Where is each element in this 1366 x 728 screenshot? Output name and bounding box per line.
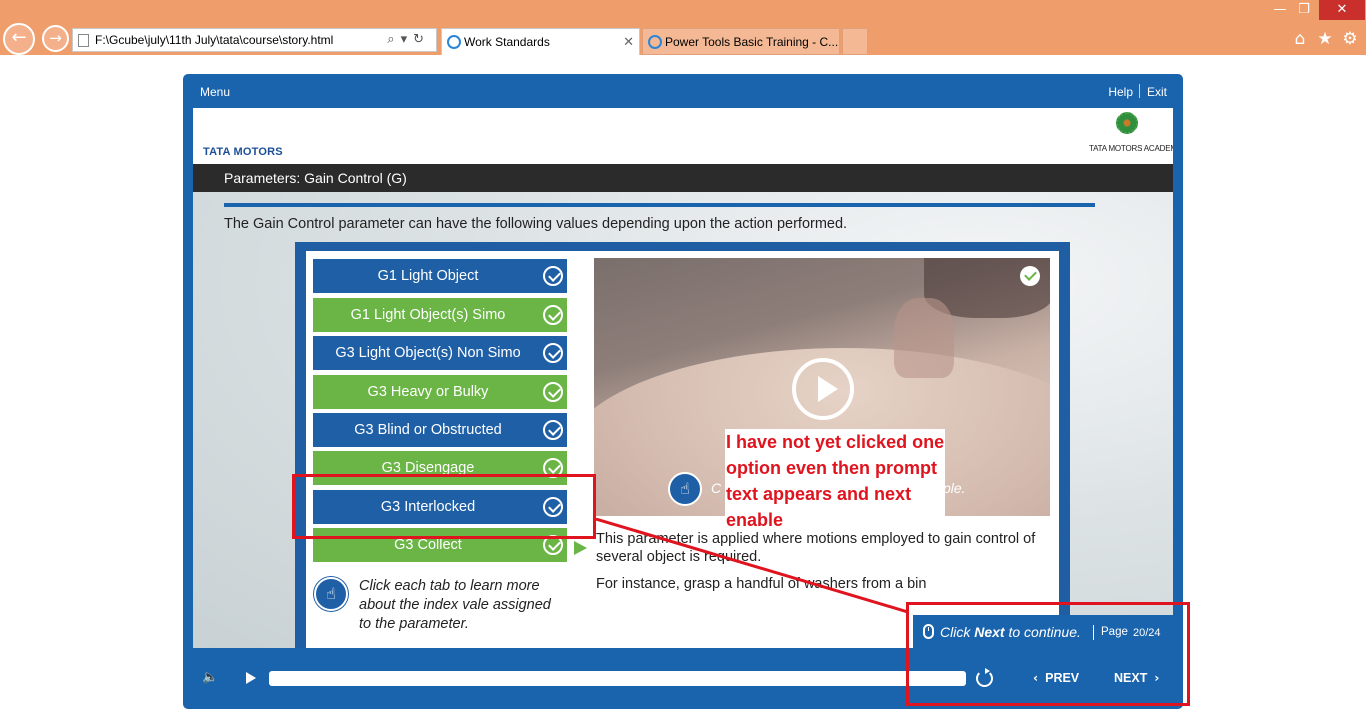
tab-label: Work Standards (464, 35, 550, 49)
check-icon (543, 382, 563, 402)
tab-label: Power Tools Basic Training - C... (665, 35, 839, 49)
seek-bar[interactable] (269, 671, 966, 686)
close-tab-icon[interactable]: ✕ (623, 29, 634, 55)
intro-text: The Gain Control parameter can have the … (224, 216, 848, 232)
option-label: G3 Heavy or Bulky (367, 384, 489, 400)
option-label: G1 Light Object (377, 268, 479, 284)
slide-header: TATA MOTORS TATA MOTORS ACADEMY (193, 108, 1173, 164)
address-bar[interactable]: F:\Gcube\july\11th July\tata\course\stor… (72, 28, 437, 52)
annotation-box-next (906, 602, 1190, 706)
hand-pointer-icon: ☝ (668, 472, 702, 506)
browser-toolbar: ← → F:\Gcube\july\11th July\tata\course\… (0, 0, 1366, 55)
help-link[interactable]: Help (1108, 85, 1133, 99)
hand-pointer-icon: ☝ (314, 577, 348, 611)
tab-work-standards[interactable]: Work Standards ✕ (441, 28, 640, 55)
annotation-note: I have not yet clicked one option even t… (725, 429, 945, 530)
annotation-box-option (292, 474, 596, 539)
selected-option-indicator (574, 541, 587, 555)
gear-icon[interactable]: ⚙ (1340, 29, 1360, 49)
video-prompt-text-end: ple. (943, 480, 966, 496)
slide: TATA MOTORS TATA MOTORS ACADEMY Paramete… (193, 108, 1173, 648)
restore-icon[interactable]: ❐ (1292, 0, 1316, 20)
back-arrow-icon[interactable]: ← (3, 23, 35, 55)
menu-link[interactable]: Menu (200, 85, 230, 99)
option-button[interactable]: G1 Light Object(s) Simo (313, 298, 567, 332)
home-icon[interactable]: ⌂ (1290, 29, 1310, 49)
browser-icon (648, 35, 662, 49)
check-icon (543, 266, 563, 286)
volume-icon[interactable]: 🔈 (202, 670, 218, 686)
option-button[interactable]: G1 Light Object (313, 259, 567, 293)
check-icon (543, 343, 563, 363)
address-text: F:\Gcube\july\11th July\tata\course\stor… (95, 33, 334, 47)
tree-icon (1114, 112, 1140, 138)
exit-link[interactable]: Exit (1147, 85, 1167, 99)
content-panel: G1 Light Object G1 Light Object(s) Simo G3… (295, 242, 1070, 648)
play-video-button[interactable] (792, 358, 854, 420)
option-label: G3 Blind or Obstructed (354, 422, 502, 438)
title-rule (224, 203, 1095, 207)
option-label: G1 Light Object(s) Simo (350, 307, 506, 323)
play-icon[interactable] (246, 672, 256, 684)
check-icon (543, 305, 563, 325)
page-icon (78, 34, 89, 47)
title-bar: Parameters: Gain Control (G) (193, 164, 1173, 192)
option-button[interactable]: G3 Heavy or Bulky (313, 375, 567, 409)
content-panel-inner: G1 Light Object G1 Light Object(s) Simo G3… (306, 251, 1059, 648)
new-tab-button[interactable] (842, 28, 868, 55)
minimize-icon[interactable]: — (1268, 0, 1292, 20)
academy-logo-text: TATA MOTORS ACADEMY (1089, 144, 1173, 153)
option-label: G3 Light Object(s) Non Simo (335, 345, 521, 361)
tab-power-tools[interactable]: Power Tools Basic Training - C... (642, 28, 840, 55)
check-icon (543, 420, 563, 440)
close-window-icon[interactable]: ✕ (1319, 0, 1365, 20)
video-prompt-text: C (711, 480, 722, 496)
option-label: G3 Collect (394, 537, 462, 553)
example-text: For instance, grasp a handful of washers… (596, 576, 927, 592)
option-button[interactable]: G3 Blind or Obstructed (313, 413, 567, 447)
description-text: This parameter is applied where motions … (596, 531, 1036, 565)
browser-icon (447, 35, 461, 49)
favorites-star-icon[interactable]: ★ (1315, 29, 1335, 49)
forward-arrow-icon[interactable]: → (42, 25, 69, 52)
search-refresh-icons[interactable]: ⌕▾↻ (387, 29, 430, 51)
instruction-text: Click each tab to learn more about the i… (359, 578, 551, 632)
check-icon (1020, 266, 1040, 286)
divider (1139, 84, 1140, 98)
academy-logo: TATA MOTORS ACADEMY (1089, 112, 1173, 153)
slide-title: Parameters: Gain Control (G) (224, 170, 407, 186)
tata-motors-logo: TATA MOTORS (203, 146, 283, 158)
option-button[interactable]: G3 Light Object(s) Non Simo (313, 336, 567, 370)
